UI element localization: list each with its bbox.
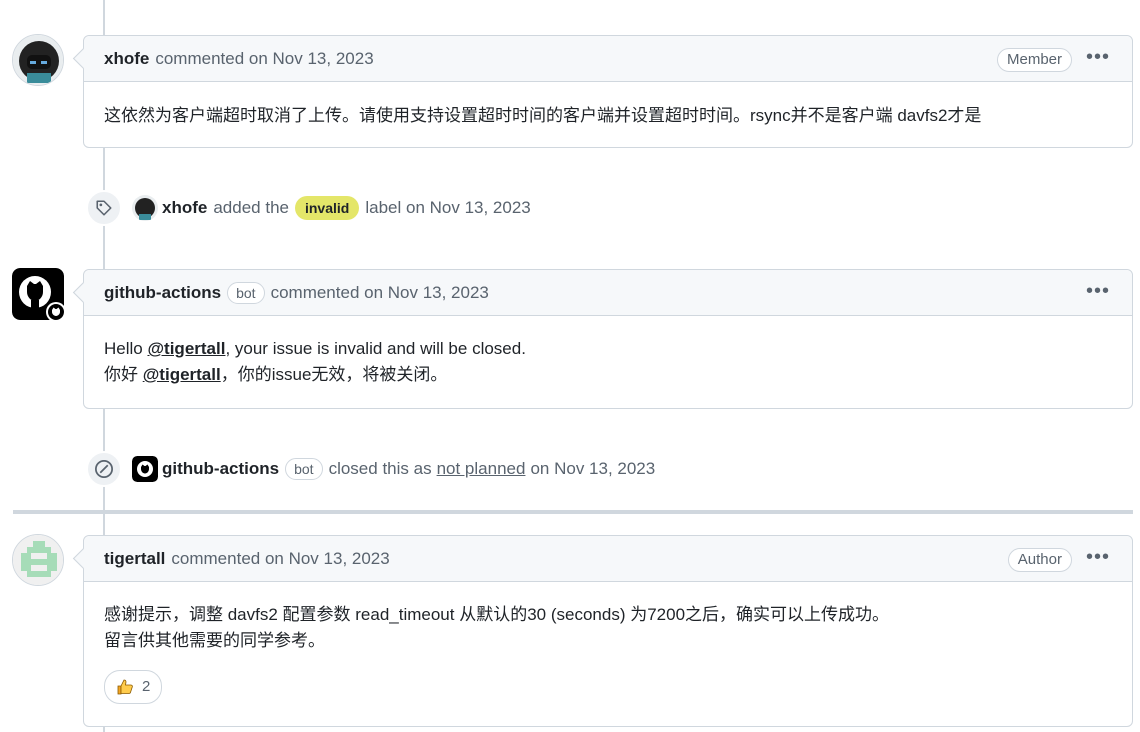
member-badge: Member	[996, 48, 1072, 72]
body-line: Hello @tigertall, your issue is invalid …	[104, 336, 1112, 362]
timeline-rail-bottom	[103, 727, 105, 732]
body-line: 感谢提示，调整 davfs2 配置参数 read_timeout 从默认的30 …	[104, 605, 890, 624]
comment-header: tigertall commented on Nov 13, 2023 Auth…	[84, 536, 1132, 582]
event-actor[interactable]: xhofe	[162, 198, 207, 218]
kebab-icon[interactable]: •••	[1086, 280, 1110, 303]
avatar-tigertall[interactable]	[12, 534, 64, 586]
not-planned-link[interactable]: not planned	[437, 459, 526, 479]
avatar-github-actions[interactable]	[12, 268, 64, 320]
event-text: closed this as	[328, 459, 432, 478]
comment-tigertall: tigertall commented on Nov 13, 2023 Auth…	[83, 535, 1133, 727]
timeline-rail	[103, 514, 105, 536]
bot-badge: bot	[227, 281, 265, 304]
kebab-icon[interactable]: •••	[1086, 46, 1110, 69]
comment-author[interactable]: tigertall	[104, 549, 165, 569]
mention-link[interactable]: @tigertall	[143, 365, 221, 384]
text: , your issue is invalid and will be clos…	[225, 339, 526, 358]
tag-icon	[86, 190, 122, 226]
label-invalid[interactable]: invalid	[294, 196, 360, 220]
closed-divider	[13, 510, 1133, 514]
reaction-thumbs-up[interactable]: 2	[104, 670, 163, 704]
author-badge: Author	[1007, 548, 1072, 572]
comment-xhofe: xhofe commented on Nov 13, 2023 Member •…	[83, 35, 1133, 148]
avatar-github-actions-small[interactable]	[132, 456, 158, 482]
text: 你好	[104, 365, 143, 384]
comment-timestamp[interactable]: commented on Nov 13, 2023	[171, 549, 389, 569]
event-actor[interactable]: github-actions	[162, 459, 279, 479]
mention-link[interactable]: @tigertall	[147, 339, 225, 358]
comment-body: Hello @tigertall, your issue is invalid …	[84, 316, 1132, 408]
bot-badge: bot	[285, 458, 323, 480]
comment-body: 感谢提示，调整 davfs2 配置参数 read_timeout 从默认的30 …	[84, 582, 1132, 724]
comment-body: 这依然为客户端超时取消了上传。请使用支持设置超时时间的客户端并设置超时时间。rs…	[104, 106, 982, 125]
timeline-event-labeled: xhofe added the invalid label on Nov 13,…	[86, 190, 531, 226]
comment-header: github-actions bot commented on Nov 13, …	[84, 270, 1132, 316]
closed-not-planned-icon	[86, 451, 122, 487]
comment-author[interactable]: xhofe	[104, 49, 149, 69]
comment-timestamp[interactable]: commented on Nov 13, 2023	[155, 49, 373, 69]
thumbs-up-icon	[117, 679, 133, 695]
comment-header: xhofe commented on Nov 13, 2023 Member •…	[84, 36, 1132, 82]
event-text: label on Nov 13, 2023	[365, 198, 531, 217]
comment-timestamp[interactable]: commented on Nov 13, 2023	[271, 283, 489, 303]
comment-author[interactable]: github-actions	[104, 283, 221, 303]
event-text: on Nov 13, 2023	[530, 459, 656, 478]
avatar-xhofe-small[interactable]	[132, 195, 158, 221]
avatar-xhofe[interactable]	[12, 34, 64, 86]
timeline-rail-top	[103, 0, 105, 36]
comment-github-actions: github-actions bot commented on Nov 13, …	[83, 269, 1133, 409]
text: ，你的issue无效，将被关闭。	[220, 365, 448, 384]
body-line: 你好 @tigertall，你的issue无效，将被关闭。	[104, 362, 1112, 388]
body-line: 留言供其他需要的同学参考。	[104, 631, 325, 650]
text: Hello	[104, 339, 148, 358]
kebab-icon[interactable]: •••	[1086, 546, 1110, 569]
timeline-event-closed: github-actions bot closed this as not pl…	[86, 451, 655, 487]
reaction-count: 2	[142, 678, 151, 695]
event-text: added the	[213, 198, 289, 217]
